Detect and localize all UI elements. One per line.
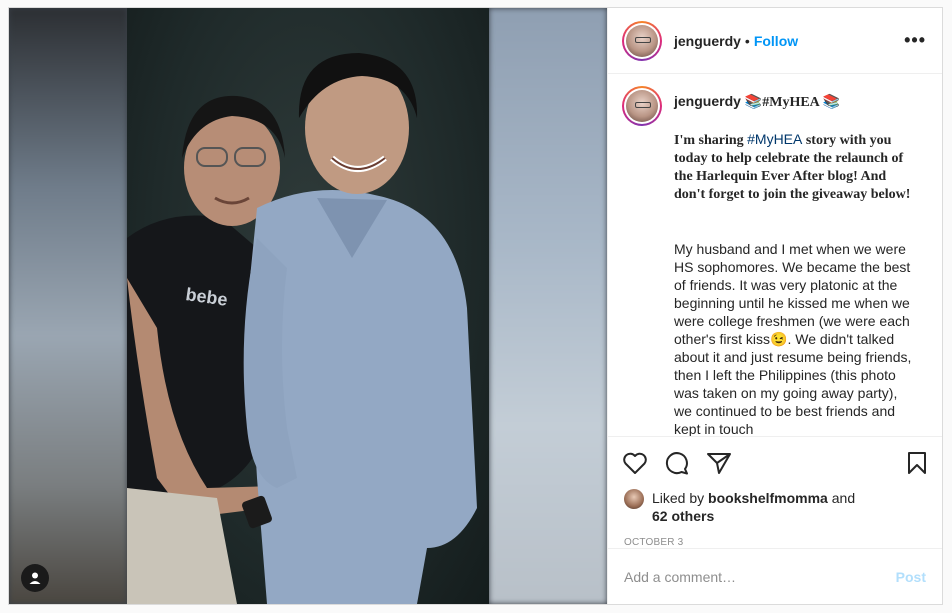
header-separator: • [744,32,750,49]
photo-blur-right [489,8,607,604]
liker-avatar[interactable] [624,489,644,509]
comment-form: Post [608,548,942,604]
caption-story: My husband and I met when we were HS sop… [674,241,912,437]
caption-row: jenguerdy 📚#MyHEA 📚 I'm sharing #MyHEA s… [622,86,926,437]
like-button[interactable] [622,451,648,475]
action-bar [608,437,942,489]
post-modal: bebe jenguerdy • Follow ••• jenguerdy 📚#… [8,7,943,605]
comment-icon [665,452,688,475]
post-side-panel: jenguerdy • Follow ••• jenguerdy 📚#MyHEA… [607,8,942,604]
photo-blur-left [9,8,127,604]
caption-story-ring[interactable] [622,86,662,126]
likes-middle: and [827,490,856,506]
share-button[interactable] [706,451,732,475]
heart-icon [623,452,647,474]
post-date[interactable]: OCTOBER 3 [608,525,942,548]
hashtag-link[interactable]: #MyHEA [747,131,802,147]
likes-summary: Liked by bookshelfmomma and 62 others [608,489,942,525]
post-photo[interactable]: bebe [9,8,607,604]
intro-text-start: I'm sharing [674,133,748,148]
comment-input[interactable] [624,568,896,585]
couple-photo-illustration: bebe [127,53,477,604]
user-tag-icon [29,572,41,584]
liker-username[interactable]: bookshelfmomma [708,490,828,506]
bookmark-icon [908,452,926,474]
tagged-users-button[interactable] [21,564,49,592]
comment-button[interactable] [664,451,690,475]
header-username[interactable]: jenguerdy [674,33,741,49]
post-header: jenguerdy • Follow ••• [608,8,942,74]
caption-body: jenguerdy 📚#MyHEA 📚 I'm sharing #MyHEA s… [674,86,919,437]
avatar [626,24,658,57]
save-button[interactable] [906,451,928,475]
likes-prefix: Liked by [652,490,709,506]
follow-button[interactable]: Follow [754,33,798,49]
likes-others-link[interactable]: 62 others [652,508,714,524]
post-comment-button[interactable]: Post [896,569,926,585]
story-ring[interactable] [622,20,662,61]
caption-title: 📚#MyHEA 📚 [744,95,840,110]
caption-avatar [626,90,658,122]
caption-scroll-area[interactable]: jenguerdy 📚#MyHEA 📚 I'm sharing #MyHEA s… [608,74,942,437]
more-options-icon[interactable]: ••• [904,30,926,51]
caption-intro: I'm sharing #MyHEA story with you today … [674,130,919,204]
photo-content: bebe [127,8,489,604]
caption-username[interactable]: jenguerdy [674,92,741,110]
paper-plane-icon [707,453,731,474]
